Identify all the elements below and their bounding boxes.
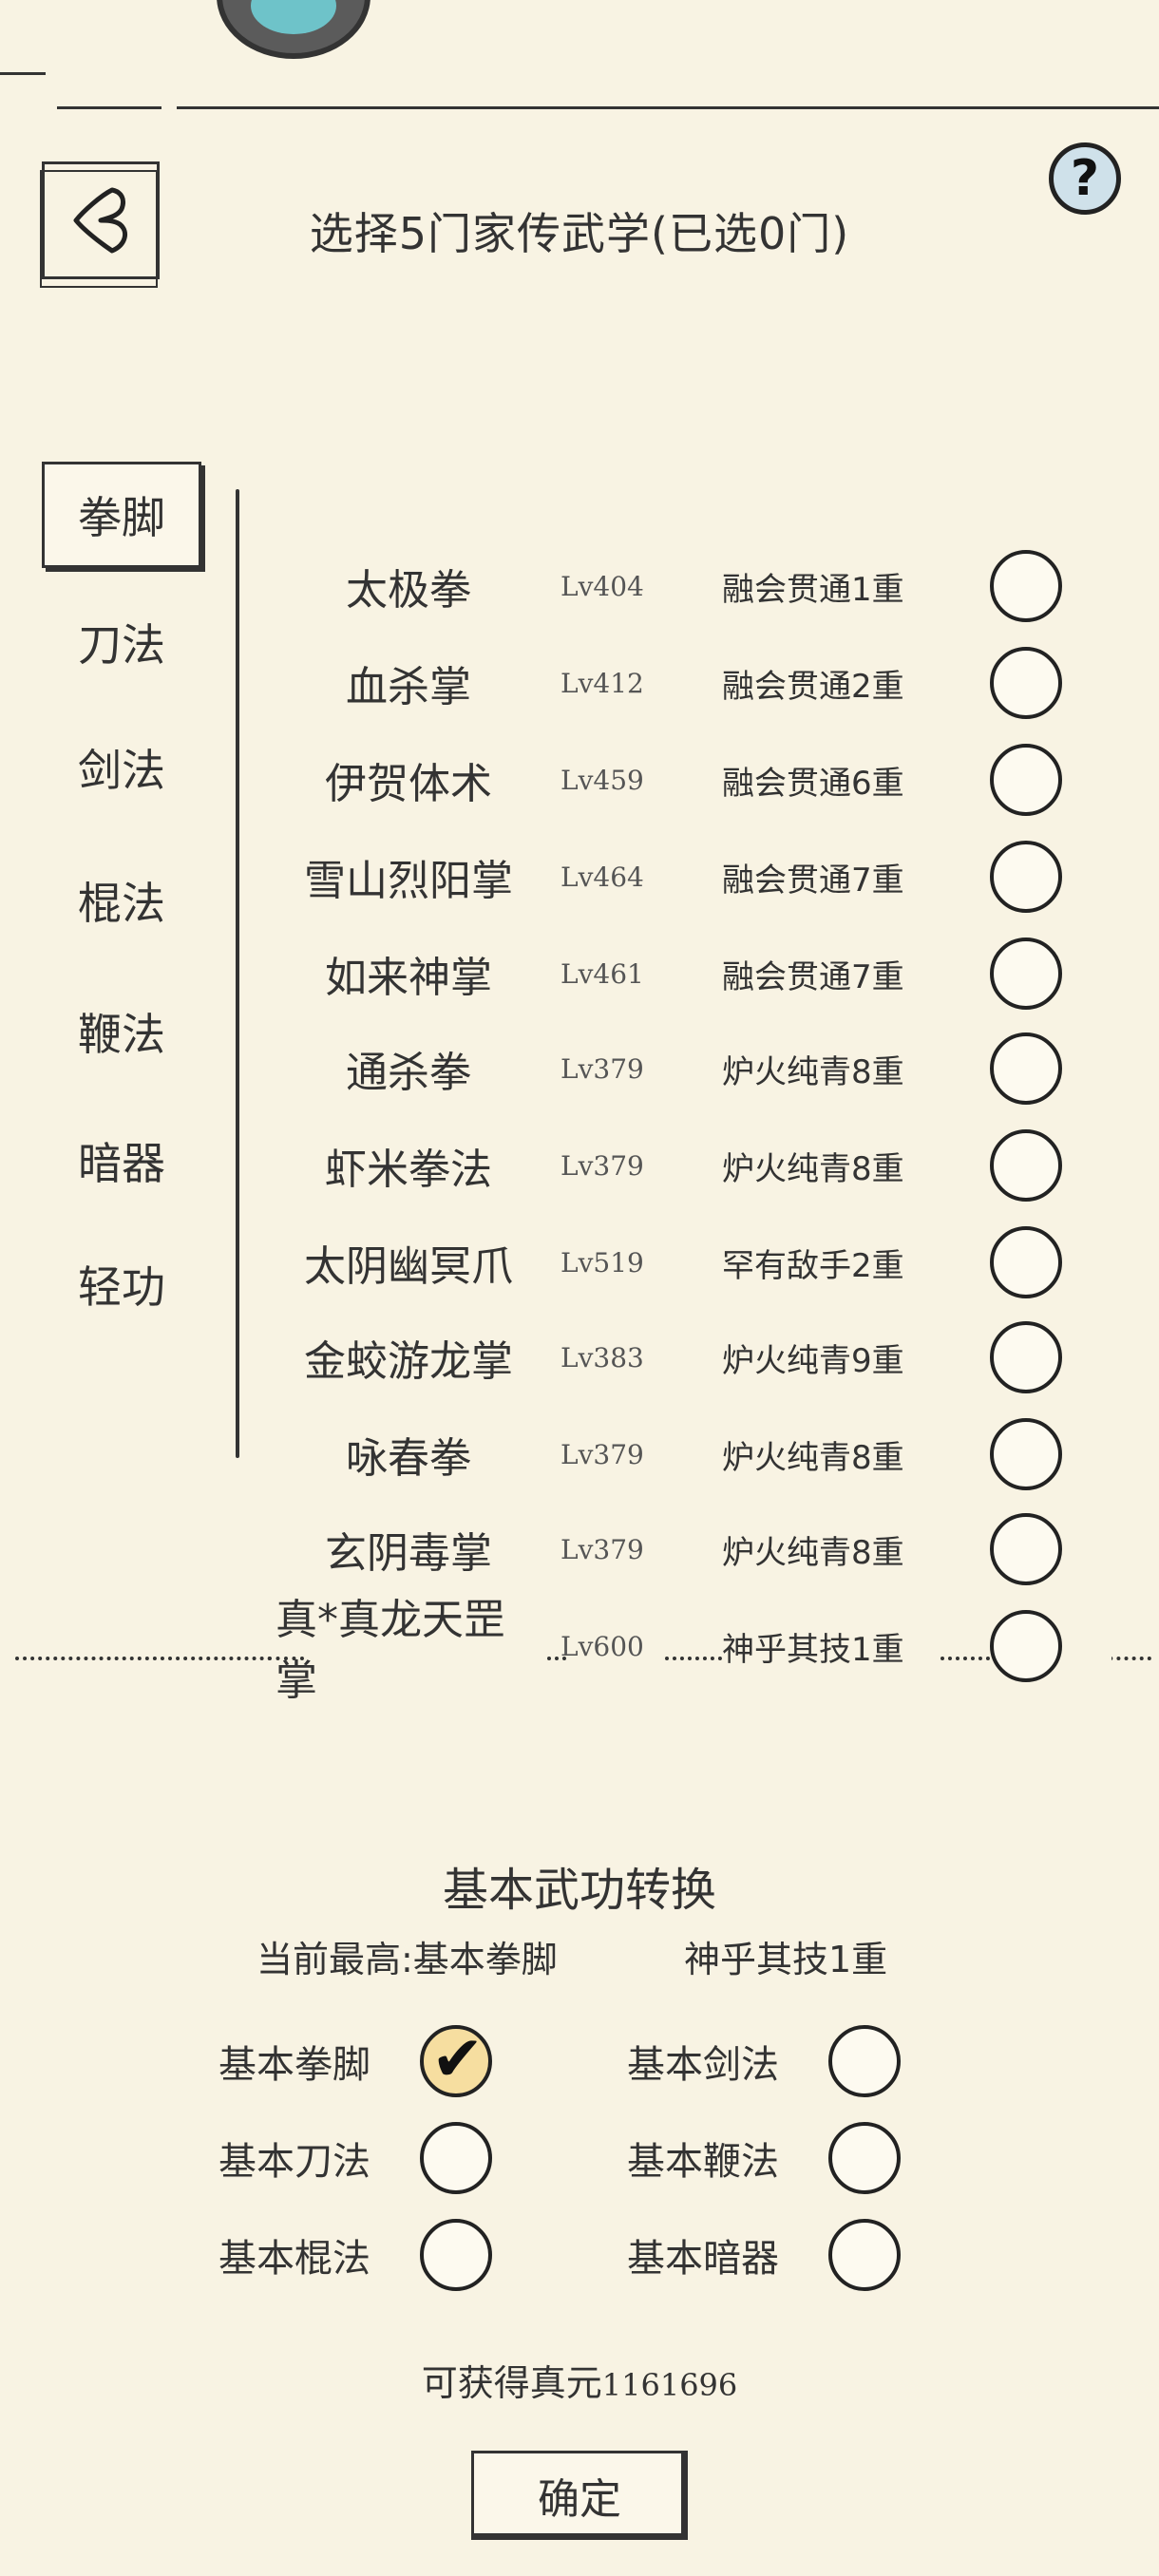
conversion-option-label: 基本剑法	[627, 2043, 779, 2087]
skill-row[interactable]: 伊贺体术 Lv459 融会贯通6重	[276, 731, 1112, 828]
conversion-option-label: 基本刀法	[218, 2140, 370, 2184]
skill-name: 金蛟游龙掌	[304, 1337, 513, 1386]
skill-rank: 神乎其技1重	[722, 1630, 904, 1669]
skill-rank: 融会贯通7重	[722, 957, 904, 996]
dotted-divider	[268, 1657, 304, 1660]
skill-row[interactable]: 太极拳 Lv404 融会贯通1重	[276, 538, 1112, 635]
conversion-option-label: 基本拳脚	[218, 2043, 370, 2087]
skill-select-radio[interactable]	[990, 1321, 1062, 1393]
skill-name: 真*真龙天罡掌	[276, 1596, 505, 1705]
skill-row[interactable]: 真*真龙天罡掌 Lv600 神乎其技1重	[276, 1596, 1112, 1705]
skill-level: Lv461	[560, 957, 644, 990]
skill-level: Lv412	[560, 667, 644, 699]
tab-anqi[interactable]: 暗器	[42, 1108, 201, 1214]
skill-rank: 炉火纯青9重	[722, 1341, 904, 1380]
skill-name: 血杀掌	[346, 663, 471, 711]
skill-level: Lv459	[560, 764, 644, 796]
confirm-button[interactable]: 确定	[471, 2451, 688, 2540]
tab-bianfa[interactable]: 鞭法	[42, 978, 201, 1085]
skill-row[interactable]: 太阴幽冥爪 Lv519 罕有敌手2重	[276, 1214, 1112, 1311]
skill-level: Lv404	[560, 570, 644, 602]
decorative-line	[57, 106, 162, 109]
skill-level: Lv379	[560, 1438, 644, 1470]
conversion-option-label: 基本暗器	[627, 2237, 779, 2281]
dotted-divider	[940, 1657, 990, 1660]
avatar	[217, 0, 370, 59]
skill-select-radio[interactable]	[990, 1129, 1062, 1202]
help-icon[interactable]: ?	[1049, 142, 1121, 215]
skill-select-radio[interactable]	[990, 550, 1062, 622]
skill-select-radio[interactable]	[990, 1610, 1062, 1682]
skill-rank: 融会贯通2重	[722, 667, 904, 706]
skill-rank: 融会贯通7重	[722, 861, 904, 900]
conversion-radio-jianfa[interactable]	[828, 2025, 901, 2097]
skill-name: 太阴幽冥爪	[304, 1242, 513, 1291]
skill-select-radio[interactable]	[990, 938, 1062, 1010]
tab-gunfa[interactable]: 棍法	[42, 847, 201, 954]
conversion-radio-gunfa[interactable]	[420, 2219, 492, 2291]
decorative-line	[177, 106, 1159, 109]
conversion-option-label: 基本棍法	[218, 2237, 370, 2281]
skill-select-radio[interactable]	[990, 841, 1062, 913]
current-highest-label: 当前最高:基本拳脚	[256, 1939, 558, 1980]
zhenyuan-value: 1161696	[601, 2367, 738, 2403]
dotted-divider	[547, 1657, 566, 1660]
conversion-radio-bianfa[interactable]	[828, 2122, 901, 2194]
current-highest-rank: 神乎其技1重	[684, 1939, 888, 1980]
dotted-divider	[665, 1657, 722, 1660]
skill-row[interactable]: 血杀掌 Lv412 融会贯通2重	[276, 635, 1112, 731]
skill-name: 通杀拳	[346, 1049, 471, 1097]
skill-rank: 炉火纯青8重	[722, 1052, 904, 1091]
skill-level: Lv379	[560, 1149, 644, 1182]
skill-select-radio[interactable]	[990, 1418, 1062, 1490]
skill-row[interactable]: 通杀拳 Lv379 炉火纯青8重	[276, 1020, 1112, 1117]
skill-name: 如来神掌	[325, 954, 492, 1002]
skill-row[interactable]: 雪山烈阳掌 Lv464 融会贯通7重	[276, 828, 1112, 925]
checkmark-icon: ✔	[431, 2022, 484, 2095]
skill-name: 虾米拳法	[325, 1146, 492, 1194]
page-title: 选择5门家传武学(已选0门)	[309, 208, 850, 259]
skill-select-radio[interactable]	[990, 1226, 1062, 1298]
conversion-title: 基本武功转换	[442, 1864, 716, 1917]
skill-level: Lv379	[560, 1533, 644, 1565]
tab-quanjiao[interactable]: 拳脚	[42, 462, 201, 568]
skill-level: Lv600	[560, 1630, 644, 1662]
skill-row[interactable]: 金蛟游龙掌 Lv383 炉火纯青9重	[276, 1309, 1112, 1406]
skill-name: 玄阴毒掌	[325, 1529, 492, 1578]
skill-name: 太极拳	[346, 566, 471, 615]
skill-rank: 融会贯通6重	[722, 764, 904, 803]
skill-rank: 融会贯通1重	[722, 570, 904, 609]
skill-row[interactable]: 虾米拳法 Lv379 炉火纯青8重	[276, 1117, 1112, 1214]
skill-rank: 炉火纯青8重	[722, 1149, 904, 1188]
skill-level: Lv519	[560, 1246, 644, 1279]
skill-select-radio[interactable]	[990, 1513, 1062, 1585]
skill-select-radio[interactable]	[990, 647, 1062, 719]
sidebar-divider	[236, 489, 239, 1458]
skill-row[interactable]: 咏春拳 Lv379 炉火纯青8重	[276, 1406, 1112, 1503]
skill-rank: 炉火纯青8重	[722, 1533, 904, 1572]
conversion-option-label: 基本鞭法	[627, 2140, 779, 2184]
skill-select-radio[interactable]	[990, 1032, 1062, 1105]
tab-qinggong[interactable]: 轻功	[42, 1231, 201, 1337]
skill-rank: 罕有敌手2重	[722, 1246, 904, 1285]
skill-level: Lv383	[560, 1341, 644, 1373]
skill-select-radio[interactable]	[990, 744, 1062, 816]
tab-jianfa[interactable]: 剑法	[42, 714, 201, 821]
skill-row[interactable]: 玄阴毒掌 Lv379 炉火纯青8重	[276, 1501, 1112, 1598]
skill-level: Lv464	[560, 861, 644, 893]
tab-daofa[interactable]: 刀法	[42, 589, 201, 695]
conversion-radio-anqi[interactable]	[828, 2219, 901, 2291]
skill-rank: 炉火纯青8重	[722, 1438, 904, 1477]
skill-name: 伊贺体术	[325, 760, 492, 808]
dotted-divider	[15, 1657, 272, 1660]
skill-level: Lv379	[560, 1052, 644, 1085]
skill-row[interactable]: 如来神掌 Lv461 融会贯通7重	[276, 925, 1112, 1022]
zhenyuan-info: 可获得真元1161696	[0, 2354, 1159, 2406]
skill-name: 咏春拳	[346, 1434, 471, 1483]
decorative-line	[0, 72, 46, 75]
conversion-radio-quanjiao[interactable]: ✔	[420, 2022, 492, 2097]
zhenyuan-label: 可获得真元	[421, 2362, 602, 2404]
skill-name: 雪山烈阳掌	[304, 857, 513, 905]
conversion-radio-daofa[interactable]	[420, 2122, 492, 2194]
